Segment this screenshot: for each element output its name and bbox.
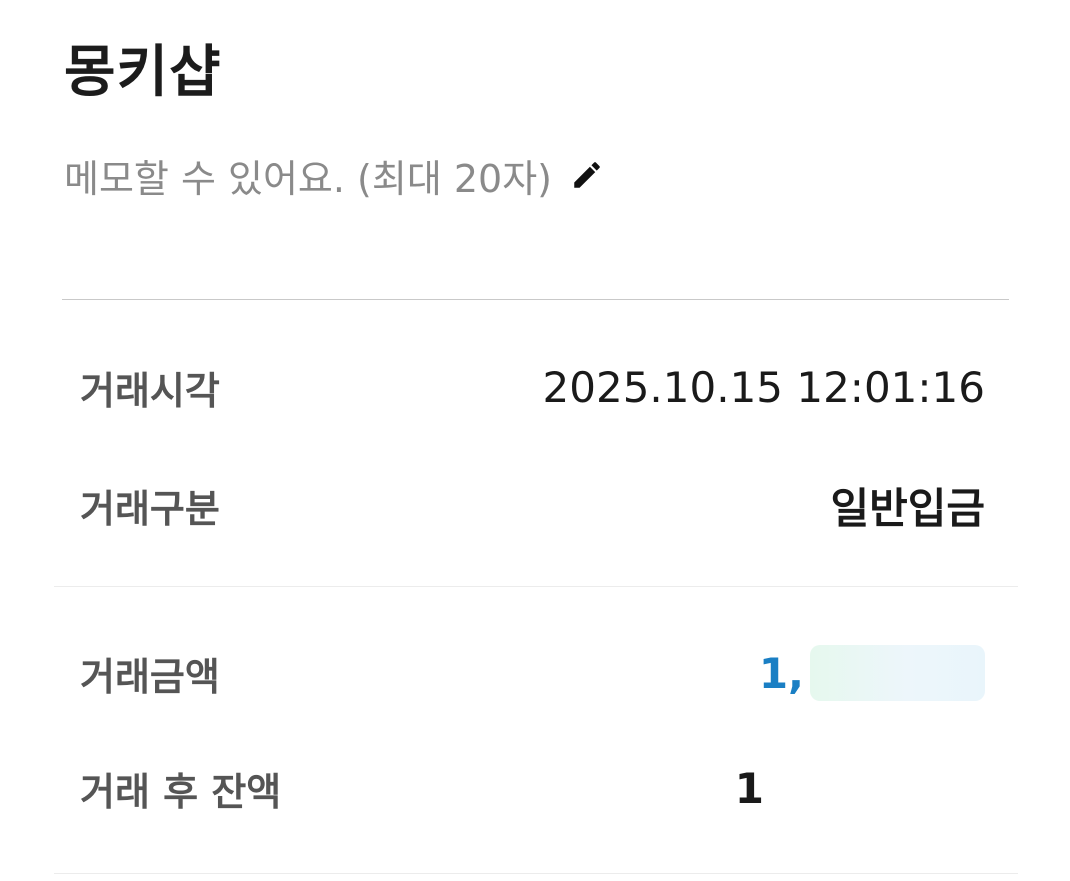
balance-label: 거래 후 잔액 [80, 769, 282, 814]
detail-row-type: 거래구분 일반입금 [80, 475, 985, 535]
memo-placeholder: 메모할 수 있어요. (최대 20자) [64, 156, 553, 201]
type-value: 일반입금 [830, 483, 985, 533]
memo-edit-row[interactable]: 메모할 수 있어요. (최대 20자) [64, 145, 604, 205]
pencil-icon[interactable] [570, 158, 604, 192]
detail-row-amount: 거래금액 1, [80, 643, 985, 703]
section-divider [62, 299, 1009, 300]
time-label: 거래시각 [80, 368, 220, 413]
amount-visible-digits: 1, [758, 648, 804, 698]
section-divider [54, 586, 1018, 587]
amount-label: 거래금액 [80, 654, 220, 699]
redaction-mask [810, 645, 985, 701]
balance-value: 1 [735, 760, 985, 816]
balance-visible-digits: 1 [734, 763, 764, 813]
type-label: 거래구분 [80, 486, 220, 531]
detail-row-balance: 거래 후 잔액 1 [80, 758, 985, 818]
redaction-mask [770, 760, 985, 816]
section-divider [54, 873, 1018, 874]
amount-value: 1, [759, 645, 985, 701]
page-title: 몽키샵 [64, 40, 222, 105]
time-value: 2025.10.15 12:01:16 [542, 362, 985, 412]
detail-row-time: 거래시각 2025.10.15 12:01:16 [80, 357, 985, 417]
